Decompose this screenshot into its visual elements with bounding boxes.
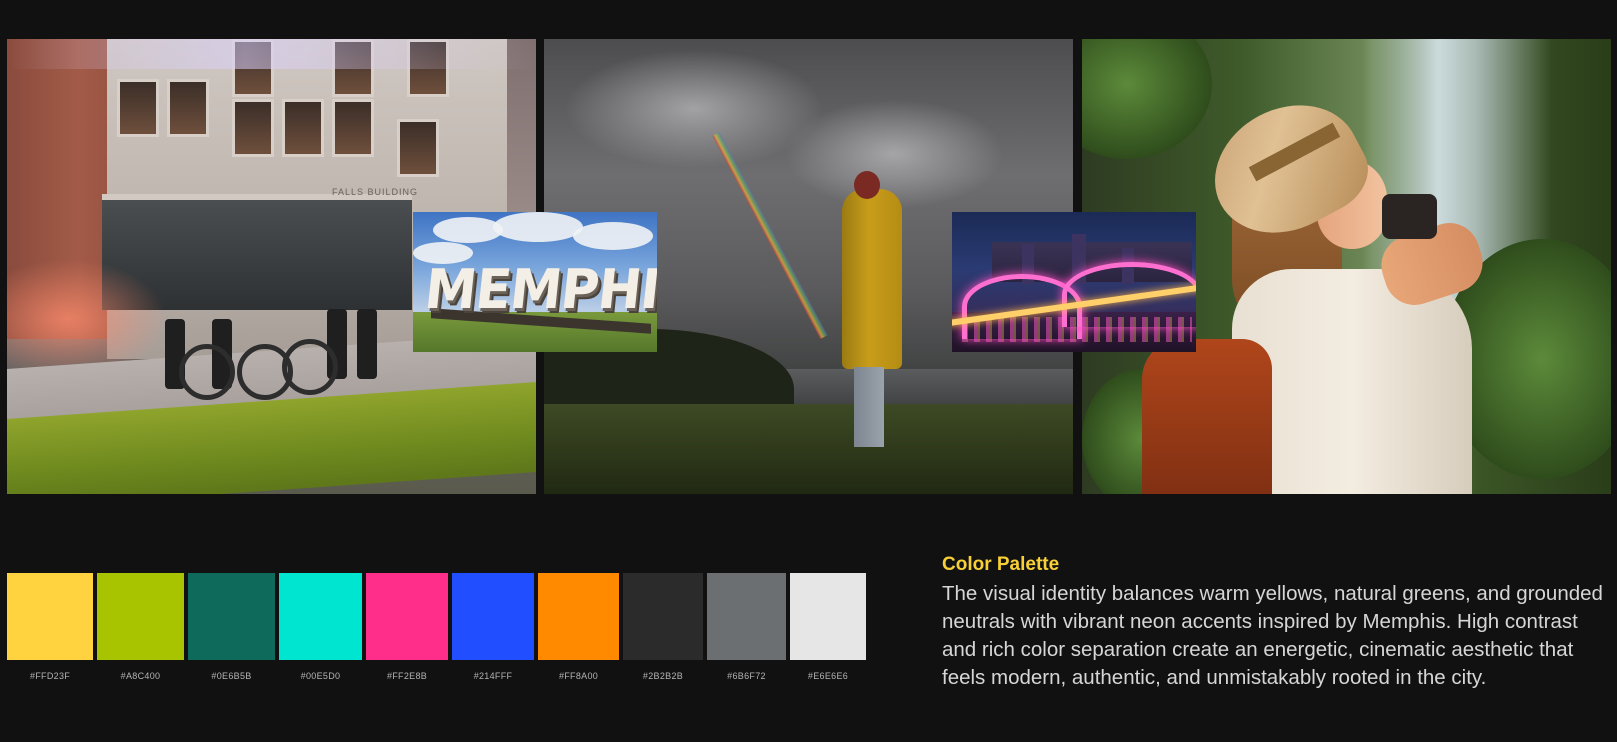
- palette-body-text: The visual identity balances warm yellow…: [942, 582, 1603, 689]
- swatch-3: #0E6B5B: [188, 573, 275, 681]
- swatch-2: #A8C400: [97, 573, 184, 681]
- swatch-4: #00E5D0: [279, 573, 362, 681]
- swatch-10: #E6E6E6: [790, 573, 866, 681]
- swatch-5: #FF2E8B: [366, 573, 448, 681]
- bike-dock: [357, 309, 377, 379]
- red-beanie: [854, 171, 880, 199]
- building-window: [332, 99, 374, 157]
- building-window: [117, 79, 159, 137]
- swatch-8: #2B2B2B: [623, 573, 703, 681]
- yellow-raincoat: [842, 189, 902, 369]
- building-window: [167, 79, 209, 137]
- swatch-chip: [7, 573, 93, 660]
- building-window: [397, 119, 439, 177]
- swatch-chip: [790, 573, 866, 660]
- swatch-hex: #FF8A00: [558, 671, 599, 681]
- building-window: [282, 99, 324, 157]
- swatch-chip: [538, 573, 619, 660]
- palette-description: Color Palette The visual identity balanc…: [942, 554, 1607, 692]
- palette-title: Color Palette: [942, 554, 1060, 575]
- cloud: [493, 212, 583, 242]
- swatch-hex: #00E5D0: [300, 671, 341, 681]
- photo-memphis-sign: MEMPHIS: [413, 212, 657, 352]
- camera: [1382, 194, 1437, 239]
- swatch-chip: [707, 573, 786, 660]
- color-palette: #FFD23F #A8C400 #0E6B5B #00E5D0 #FF2E8B …: [7, 573, 866, 681]
- bike-wheel: [282, 339, 338, 395]
- swatch-hex: #A8C400: [120, 671, 161, 681]
- swatch-chip: [623, 573, 703, 660]
- backpack: [1142, 339, 1272, 494]
- swatch-chip: [97, 573, 184, 660]
- lens-flare: [7, 39, 536, 69]
- swatch-7: #FF8A00: [538, 573, 619, 681]
- swatch-chip: [452, 573, 534, 660]
- swatch-hex: #6B6F72: [727, 671, 766, 681]
- swatch-6: #214FFF: [452, 573, 534, 681]
- swatch-hex: #0E6B5B: [211, 671, 252, 681]
- cloud: [564, 49, 824, 169]
- swatch-9: #6B6F72: [707, 573, 786, 681]
- swatch-chip: [188, 573, 275, 660]
- swatch-chip: [279, 573, 362, 660]
- photo-bridge-night: [952, 212, 1196, 352]
- cloud: [573, 222, 653, 250]
- cloud: [433, 217, 503, 243]
- swatch-hex: #FF2E8B: [386, 671, 428, 681]
- jeans: [854, 367, 884, 447]
- swatch-hex: #2B2B2B: [642, 671, 684, 681]
- bike-wheel: [179, 344, 235, 400]
- building-sign: FALLS BUILDING: [332, 187, 419, 197]
- building-window: [232, 99, 274, 157]
- swatch-hex: #214FFF: [473, 671, 513, 681]
- swatch-chip: [366, 573, 448, 660]
- memphis-sign-text: MEMPHIS: [421, 258, 657, 322]
- swatch-1: #FFD23F: [7, 573, 93, 681]
- grass: [544, 404, 1073, 494]
- swatch-hex: #E6E6E6: [807, 671, 849, 681]
- swatch-hex: #FFD23F: [29, 671, 71, 681]
